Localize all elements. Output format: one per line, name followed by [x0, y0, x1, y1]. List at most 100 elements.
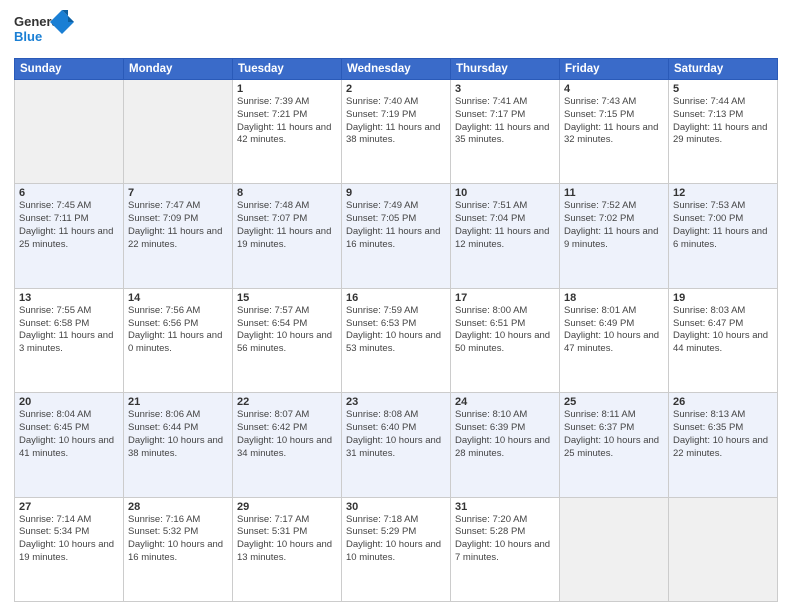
weekday-header-friday: Friday	[560, 59, 669, 80]
day-info: Sunrise: 8:06 AM Sunset: 6:44 PM Dayligh…	[128, 409, 228, 460]
weekday-header-thursday: Thursday	[451, 59, 560, 80]
day-info: Sunrise: 8:00 AM Sunset: 6:51 PM Dayligh…	[455, 305, 555, 356]
day-number: 25	[564, 396, 664, 408]
calendar-cell: 1Sunrise: 7:39 AM Sunset: 7:21 PM Daylig…	[233, 80, 342, 184]
day-info: Sunrise: 7:14 AM Sunset: 5:34 PM Dayligh…	[19, 514, 119, 565]
calendar-cell: 21Sunrise: 8:06 AM Sunset: 6:44 PM Dayli…	[124, 393, 233, 497]
calendar-cell: 26Sunrise: 8:13 AM Sunset: 6:35 PM Dayli…	[669, 393, 778, 497]
day-info: Sunrise: 7:41 AM Sunset: 7:17 PM Dayligh…	[455, 96, 555, 147]
logo-svg: General Blue	[14, 10, 74, 50]
day-number: 28	[128, 501, 228, 513]
header: General Blue	[14, 10, 778, 50]
day-number: 22	[237, 396, 337, 408]
day-number: 2	[346, 83, 446, 95]
day-number: 21	[128, 396, 228, 408]
week-row-1: 1Sunrise: 7:39 AM Sunset: 7:21 PM Daylig…	[15, 80, 778, 184]
calendar-cell: 13Sunrise: 7:55 AM Sunset: 6:58 PM Dayli…	[15, 288, 124, 392]
day-info: Sunrise: 8:07 AM Sunset: 6:42 PM Dayligh…	[237, 409, 337, 460]
day-info: Sunrise: 7:44 AM Sunset: 7:13 PM Dayligh…	[673, 96, 773, 147]
day-number: 23	[346, 396, 446, 408]
weekday-header-monday: Monday	[124, 59, 233, 80]
day-info: Sunrise: 7:57 AM Sunset: 6:54 PM Dayligh…	[237, 305, 337, 356]
day-number: 29	[237, 501, 337, 513]
weekday-header-row: SundayMondayTuesdayWednesdayThursdayFrid…	[15, 59, 778, 80]
day-info: Sunrise: 7:53 AM Sunset: 7:00 PM Dayligh…	[673, 200, 773, 251]
day-info: Sunrise: 7:20 AM Sunset: 5:28 PM Dayligh…	[455, 514, 555, 565]
calendar-cell: 6Sunrise: 7:45 AM Sunset: 7:11 PM Daylig…	[15, 184, 124, 288]
day-info: Sunrise: 7:18 AM Sunset: 5:29 PM Dayligh…	[346, 514, 446, 565]
logo: General Blue	[14, 10, 74, 50]
calendar-cell: 31Sunrise: 7:20 AM Sunset: 5:28 PM Dayli…	[451, 497, 560, 601]
day-info: Sunrise: 7:48 AM Sunset: 7:07 PM Dayligh…	[237, 200, 337, 251]
calendar-cell	[124, 80, 233, 184]
day-number: 11	[564, 187, 664, 199]
day-info: Sunrise: 7:16 AM Sunset: 5:32 PM Dayligh…	[128, 514, 228, 565]
day-number: 6	[19, 187, 119, 199]
calendar-cell: 20Sunrise: 8:04 AM Sunset: 6:45 PM Dayli…	[15, 393, 124, 497]
week-row-4: 20Sunrise: 8:04 AM Sunset: 6:45 PM Dayli…	[15, 393, 778, 497]
day-number: 30	[346, 501, 446, 513]
day-number: 18	[564, 292, 664, 304]
calendar-cell	[669, 497, 778, 601]
day-info: Sunrise: 7:47 AM Sunset: 7:09 PM Dayligh…	[128, 200, 228, 251]
day-number: 27	[19, 501, 119, 513]
calendar-cell: 27Sunrise: 7:14 AM Sunset: 5:34 PM Dayli…	[15, 497, 124, 601]
calendar-cell: 30Sunrise: 7:18 AM Sunset: 5:29 PM Dayli…	[342, 497, 451, 601]
day-info: Sunrise: 7:40 AM Sunset: 7:19 PM Dayligh…	[346, 96, 446, 147]
day-info: Sunrise: 7:17 AM Sunset: 5:31 PM Dayligh…	[237, 514, 337, 565]
calendar-cell: 12Sunrise: 7:53 AM Sunset: 7:00 PM Dayli…	[669, 184, 778, 288]
page: General Blue SundayMondayTuesdayWednesda…	[0, 0, 792, 612]
day-number: 19	[673, 292, 773, 304]
day-info: Sunrise: 7:59 AM Sunset: 6:53 PM Dayligh…	[346, 305, 446, 356]
day-number: 13	[19, 292, 119, 304]
day-info: Sunrise: 8:04 AM Sunset: 6:45 PM Dayligh…	[19, 409, 119, 460]
calendar-cell: 4Sunrise: 7:43 AM Sunset: 7:15 PM Daylig…	[560, 80, 669, 184]
day-number: 10	[455, 187, 555, 199]
day-number: 17	[455, 292, 555, 304]
calendar-cell: 24Sunrise: 8:10 AM Sunset: 6:39 PM Dayli…	[451, 393, 560, 497]
day-number: 7	[128, 187, 228, 199]
day-info: Sunrise: 7:52 AM Sunset: 7:02 PM Dayligh…	[564, 200, 664, 251]
calendar-cell: 8Sunrise: 7:48 AM Sunset: 7:07 PM Daylig…	[233, 184, 342, 288]
calendar-cell: 23Sunrise: 8:08 AM Sunset: 6:40 PM Dayli…	[342, 393, 451, 497]
calendar-cell: 11Sunrise: 7:52 AM Sunset: 7:02 PM Dayli…	[560, 184, 669, 288]
day-info: Sunrise: 8:01 AM Sunset: 6:49 PM Dayligh…	[564, 305, 664, 356]
week-row-5: 27Sunrise: 7:14 AM Sunset: 5:34 PM Dayli…	[15, 497, 778, 601]
calendar-cell: 10Sunrise: 7:51 AM Sunset: 7:04 PM Dayli…	[451, 184, 560, 288]
day-number: 1	[237, 83, 337, 95]
day-number: 4	[564, 83, 664, 95]
calendar-cell: 22Sunrise: 8:07 AM Sunset: 6:42 PM Dayli…	[233, 393, 342, 497]
calendar-cell: 25Sunrise: 8:11 AM Sunset: 6:37 PM Dayli…	[560, 393, 669, 497]
day-info: Sunrise: 7:55 AM Sunset: 6:58 PM Dayligh…	[19, 305, 119, 356]
calendar-cell: 17Sunrise: 8:00 AM Sunset: 6:51 PM Dayli…	[451, 288, 560, 392]
calendar-cell: 28Sunrise: 7:16 AM Sunset: 5:32 PM Dayli…	[124, 497, 233, 601]
calendar-cell: 19Sunrise: 8:03 AM Sunset: 6:47 PM Dayli…	[669, 288, 778, 392]
day-number: 14	[128, 292, 228, 304]
day-info: Sunrise: 8:03 AM Sunset: 6:47 PM Dayligh…	[673, 305, 773, 356]
calendar-cell: 14Sunrise: 7:56 AM Sunset: 6:56 PM Dayli…	[124, 288, 233, 392]
day-number: 16	[346, 292, 446, 304]
day-info: Sunrise: 7:39 AM Sunset: 7:21 PM Dayligh…	[237, 96, 337, 147]
day-info: Sunrise: 8:10 AM Sunset: 6:39 PM Dayligh…	[455, 409, 555, 460]
calendar-cell: 15Sunrise: 7:57 AM Sunset: 6:54 PM Dayli…	[233, 288, 342, 392]
weekday-header-wednesday: Wednesday	[342, 59, 451, 80]
weekday-header-tuesday: Tuesday	[233, 59, 342, 80]
day-number: 20	[19, 396, 119, 408]
day-info: Sunrise: 7:56 AM Sunset: 6:56 PM Dayligh…	[128, 305, 228, 356]
calendar-cell: 7Sunrise: 7:47 AM Sunset: 7:09 PM Daylig…	[124, 184, 233, 288]
calendar-table: SundayMondayTuesdayWednesdayThursdayFrid…	[14, 58, 778, 602]
calendar-cell	[560, 497, 669, 601]
svg-text:Blue: Blue	[14, 29, 42, 44]
day-number: 12	[673, 187, 773, 199]
day-info: Sunrise: 7:43 AM Sunset: 7:15 PM Dayligh…	[564, 96, 664, 147]
day-info: Sunrise: 7:45 AM Sunset: 7:11 PM Dayligh…	[19, 200, 119, 251]
day-number: 24	[455, 396, 555, 408]
calendar-cell: 5Sunrise: 7:44 AM Sunset: 7:13 PM Daylig…	[669, 80, 778, 184]
calendar-cell: 18Sunrise: 8:01 AM Sunset: 6:49 PM Dayli…	[560, 288, 669, 392]
day-info: Sunrise: 8:08 AM Sunset: 6:40 PM Dayligh…	[346, 409, 446, 460]
calendar-cell: 2Sunrise: 7:40 AM Sunset: 7:19 PM Daylig…	[342, 80, 451, 184]
day-number: 15	[237, 292, 337, 304]
week-row-3: 13Sunrise: 7:55 AM Sunset: 6:58 PM Dayli…	[15, 288, 778, 392]
calendar-cell: 16Sunrise: 7:59 AM Sunset: 6:53 PM Dayli…	[342, 288, 451, 392]
week-row-2: 6Sunrise: 7:45 AM Sunset: 7:11 PM Daylig…	[15, 184, 778, 288]
